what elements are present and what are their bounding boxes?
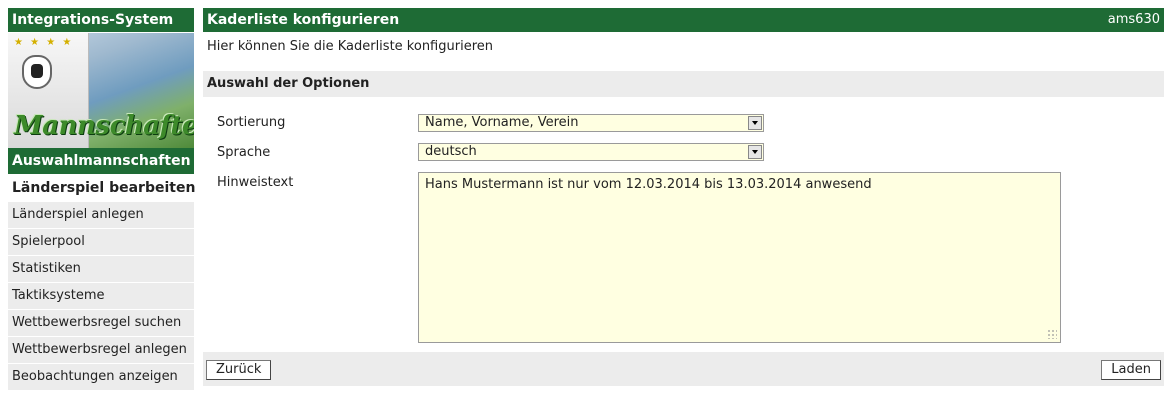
page-title: Kaderliste konfigurieren xyxy=(207,12,400,28)
chevron-down-icon[interactable] xyxy=(748,145,762,159)
sidebar-item-laenderspiel-bearbeiten[interactable]: Länderspiel bearbeiten xyxy=(8,175,195,201)
note-text: Hans Mustermann ist nur vom 12.03.2014 b… xyxy=(425,177,872,192)
button-bar: Zurück Laden xyxy=(203,352,1164,386)
sort-select[interactable]: Name, Vorname, Verein xyxy=(418,114,764,132)
intro-text: Hier können Sie die Kaderliste konfiguri… xyxy=(207,39,493,54)
banner-title: Mannschaften xyxy=(14,111,194,141)
sidebar-item-beobachtungen-anzeigen[interactable]: Beobachtungen anzeigen xyxy=(8,364,194,390)
nav-section-header[interactable]: Auswahlmannschaften xyxy=(8,148,194,174)
note-textarea[interactable]: Hans Mustermann ist nur vom 12.03.2014 b… xyxy=(418,172,1061,343)
options-section-header: Auswahl der Optionen xyxy=(203,71,1164,97)
stars-icon: ★ ★ ★ ★ xyxy=(14,37,74,48)
language-label: Sprache xyxy=(217,145,271,160)
sidebar-item-wettbewerbsregel-suchen[interactable]: Wettbewerbsregel suchen xyxy=(8,310,194,336)
note-label: Hinweistext xyxy=(217,175,294,190)
sidebar-item-statistiken[interactable]: Statistiken xyxy=(8,256,194,282)
sidebar: Integrations-System ★ ★ ★ ★ Mannschaften… xyxy=(0,0,195,397)
system-title: Integrations-System xyxy=(8,8,194,32)
language-select-value: deutsch xyxy=(425,144,477,159)
sidebar-item-spielerpool[interactable]: Spielerpool xyxy=(8,229,194,255)
main-content: Kaderliste konfigurieren ams630 Hier kön… xyxy=(203,0,1164,397)
sidebar-item-taktiksysteme[interactable]: Taktiksysteme xyxy=(8,283,194,309)
user-id: ams630 xyxy=(1107,12,1160,27)
section-title: Auswahl der Optionen xyxy=(207,76,370,91)
language-select[interactable]: deutsch xyxy=(418,143,764,161)
load-button[interactable]: Laden xyxy=(1101,360,1161,380)
resize-grip-icon[interactable] xyxy=(1047,329,1057,339)
page-header: Kaderliste konfigurieren ams630 xyxy=(203,8,1164,32)
mannschaften-banner: ★ ★ ★ ★ Mannschaften xyxy=(8,33,194,148)
eagle-crest-icon xyxy=(22,55,52,89)
back-button[interactable]: Zurück xyxy=(206,360,272,380)
sort-label: Sortierung xyxy=(217,115,286,130)
sidebar-item-wettbewerbsregel-anlegen[interactable]: Wettbewerbsregel anlegen xyxy=(8,337,194,363)
sort-select-value: Name, Vorname, Verein xyxy=(425,115,579,130)
sidebar-menu: Länderspiel bearbeiten Länderspiel anleg… xyxy=(8,175,195,391)
chevron-down-icon[interactable] xyxy=(748,116,762,130)
sidebar-item-laenderspiel-anlegen[interactable]: Länderspiel anlegen xyxy=(8,202,194,228)
